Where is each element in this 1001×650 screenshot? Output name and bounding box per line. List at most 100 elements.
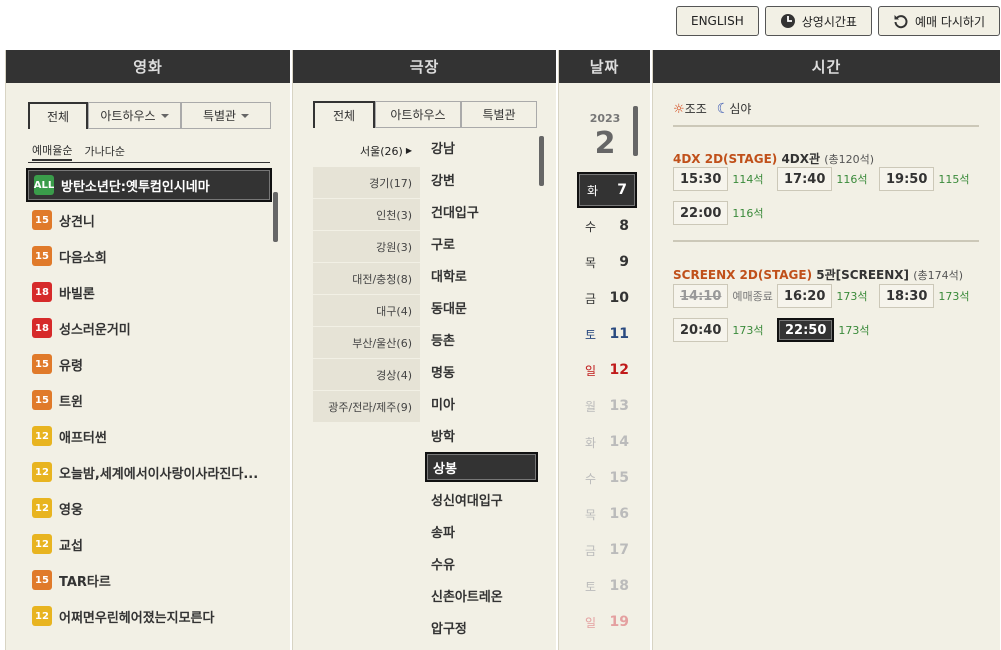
date-item[interactable]: 목9 (577, 244, 637, 280)
day-number: 10 (609, 290, 629, 306)
movie-title: 다음소희 (59, 250, 107, 266)
sort-by-booking-rate[interactable]: 예매율순 (32, 142, 73, 161)
theater-item[interactable]: 압구정 (425, 611, 538, 643)
day-number: 19 (609, 614, 629, 630)
weekday-label: 수 (585, 471, 597, 486)
movie-item[interactable]: 15 트윈 (26, 382, 272, 418)
date-list-scrollbar[interactable] (633, 106, 638, 156)
theater-tab-arthouse[interactable]: 아트하우스 (375, 101, 461, 128)
date-item[interactable]: 금 10 (577, 280, 637, 316)
weekday-label: 수 (585, 219, 597, 234)
showtime-button[interactable]: 16:20 (777, 284, 833, 308)
showtime-button[interactable]: 22:50 (777, 318, 835, 342)
time-slot[interactable]: 17:40 116석 (777, 167, 868, 191)
theater-item[interactable]: 방학 (425, 419, 538, 451)
showtime-button[interactable]: 15:30 (673, 167, 729, 191)
movie-tab-all[interactable]: 전체 (28, 102, 88, 129)
theater-item[interactable]: 송파 (425, 515, 538, 547)
movie-item[interactable]: 18 성스러운거미 (26, 310, 272, 346)
movie-tab-arthouse[interactable]: 아트하우스 (88, 102, 181, 129)
region-item[interactable]: 인천(3) (313, 199, 420, 231)
movie-list-scrollbar[interactable] (273, 192, 278, 242)
movie-item[interactable]: 15 상견니 (26, 202, 272, 238)
movie-item[interactable]: 12 영웅 (26, 490, 272, 526)
time-slot[interactable]: 22:00 116석 (673, 201, 764, 225)
region-item[interactable]: 강원(3) (313, 231, 420, 263)
region-item[interactable]: 부산/울산(6) (313, 327, 420, 359)
date-item[interactable]: 화7 (577, 172, 637, 208)
english-button[interactable]: ENGLISH (676, 6, 759, 36)
theater-tab-all[interactable]: 전체 (313, 101, 375, 128)
showtime-button[interactable]: 20:40 (673, 318, 729, 342)
sort-by-name[interactable]: 가나다순 (84, 143, 124, 159)
region-item[interactable]: 대전/충청(8) (313, 263, 420, 295)
weekday-label: 화 (585, 435, 597, 450)
region-item[interactable]: 경기(17) (313, 167, 420, 199)
moon-icon: ☾ (716, 101, 730, 117)
weekday-label: 화 (587, 183, 599, 198)
theater-item[interactable]: 상봉 (425, 452, 538, 482)
date-item[interactable]: 일 12 (577, 352, 637, 388)
caret-right-icon: ▶ (405, 146, 412, 155)
theater-item[interactable]: 등촌 (425, 323, 538, 355)
theater-item[interactable]: 강남 (425, 131, 538, 163)
movie-item[interactable]: 12 교섭 (26, 526, 272, 562)
region-item[interactable]: 경상(4) (313, 359, 420, 391)
time-slot[interactable]: 19:50 115석 (879, 167, 970, 191)
date-item[interactable]: 수8 (577, 208, 637, 244)
movie-tab-special[interactable]: 특별관 (181, 102, 271, 129)
region-item[interactable]: 대구(4) (313, 295, 420, 327)
hall-header: 4DX 2D(STAGE) 4DX관 (총120석) (673, 150, 874, 167)
movie-column-title: 영화 (6, 50, 290, 83)
movie-item[interactable]: 15 다음소희 (26, 238, 272, 274)
sun-icon: ☼ (673, 102, 685, 117)
region-item[interactable]: 서울(26) ▶ (313, 135, 420, 167)
movie-item[interactable]: 12 어쩌면우린헤어졌는지모른다 (26, 598, 272, 634)
showtime-button[interactable]: 19:50 (879, 167, 935, 191)
hall-format: 4DX 2D(STAGE) (673, 152, 778, 166)
weekday-label: 일 (585, 615, 597, 630)
theater-item[interactable]: 명동 (425, 355, 538, 387)
showtime-button[interactable]: 17:40 (777, 167, 833, 191)
theater-list-scrollbar[interactable] (539, 136, 544, 186)
theater-item[interactable]: 미아 (425, 387, 538, 419)
region-item[interactable]: 광주/전라/제주(9) (313, 391, 420, 423)
theater-item[interactable]: 동대문 (425, 291, 538, 323)
weekday-label: 목 (585, 255, 597, 270)
theater-column-title: 극장 (293, 50, 556, 83)
movie-title: 오늘밤,세계에서이사랑이사라진다... (59, 466, 259, 482)
time-slot[interactable]: 22:50 173석 (777, 318, 870, 342)
schedule-button[interactable]: 상영시간표 (764, 6, 872, 36)
movie-item[interactable]: 18 바빌론 (26, 274, 272, 310)
hall-total-seats: (총120석) (824, 153, 875, 166)
theater-item[interactable]: 구로 (425, 227, 538, 259)
region-label: 부산/울산(6) (352, 336, 412, 350)
movie-item[interactable]: 12 오늘밤,세계에서이사랑이사라진다... (26, 454, 272, 490)
time-slot[interactable]: 16:20 173석 (777, 284, 868, 308)
movie-item[interactable]: 15 유령 (26, 346, 272, 382)
time-slot[interactable]: 15:30 114석 (673, 167, 764, 191)
time-slot[interactable]: 20:40 173석 (673, 318, 764, 342)
theater-item[interactable]: 수유 (425, 547, 538, 579)
movie-item[interactable]: 15 TAR타르 (26, 562, 272, 598)
movie-item[interactable]: ALL 방탄소년단:옛투컴인시네마 (26, 168, 272, 202)
time-slot[interactable]: 18:30 173석 (879, 284, 970, 308)
day-number: 7 (617, 182, 627, 198)
showtime-button[interactable]: 18:30 (879, 284, 935, 308)
hall-name: 5관[SCREENX] (816, 268, 910, 282)
theater-item[interactable]: 성신여대입구 (425, 483, 538, 515)
reset-button[interactable]: 예매 다시하기 (877, 6, 1000, 36)
date-item[interactable]: 토 11 (577, 316, 637, 352)
day-number: 15 (609, 470, 629, 486)
showtime-button[interactable]: 22:00 (673, 201, 729, 225)
movie-item[interactable]: 12 애프터썬 (26, 418, 272, 454)
theater-item[interactable]: 강변 (425, 163, 538, 195)
hall-header: SCREENX 2D(STAGE) 5관[SCREENX] (총174석) (673, 266, 963, 283)
theater-item[interactable]: 건대입구 (425, 195, 538, 227)
movie-title: 바빌론 (59, 286, 95, 302)
theater-tab-special[interactable]: 특별관 (461, 101, 537, 128)
day-number: 17 (609, 542, 629, 558)
theater-item[interactable]: 신촌아트레온 (425, 579, 538, 611)
theater-item[interactable]: 대학로 (425, 259, 538, 291)
movie-sort: 예매율순 가나다순 (28, 140, 270, 163)
